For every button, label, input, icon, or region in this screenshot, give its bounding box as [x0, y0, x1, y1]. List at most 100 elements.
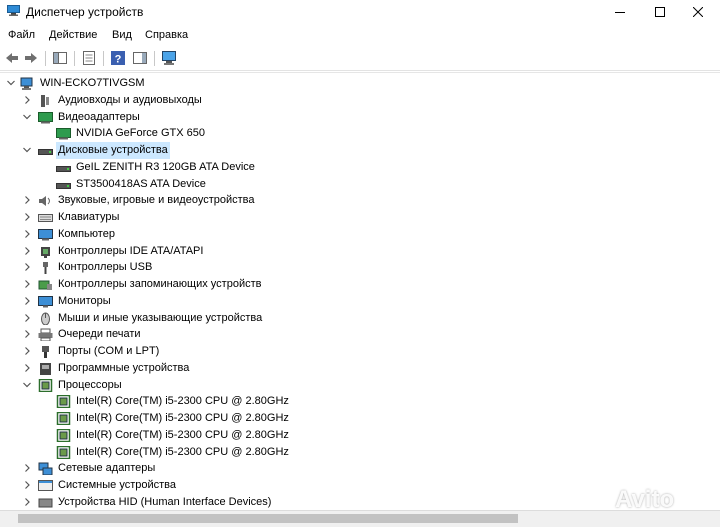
tree-category[interactable]: Звуковые, игровые и видеоустройства — [0, 192, 720, 209]
tree-category[interactable]: Дисковые устройства — [0, 142, 720, 159]
tree-item-label: Intel(R) Core(TM) i5-2300 CPU @ 2.80GHz — [76, 428, 289, 441]
scrollbar-thumb[interactable] — [18, 514, 518, 523]
menu-bar: Файл Действие Вид Справка — [0, 25, 720, 45]
monitor-icon — [38, 295, 53, 308]
mouse-icon — [41, 312, 50, 325]
tree-item-label: Аудиовходы и аудиовыходы — [58, 93, 202, 106]
chevron-right-icon[interactable] — [22, 276, 32, 293]
tree-device[interactable]: GeIL ZENITH R3 120GB ATA Device — [0, 159, 720, 176]
tree-category[interactable]: Видеоадаптеры — [0, 109, 720, 126]
audio-icon — [41, 94, 49, 107]
device-manager-icon — [7, 5, 20, 16]
tree-category[interactable]: Системные устройства — [0, 477, 720, 494]
show-hide-console-tree-icon[interactable] — [52, 50, 68, 66]
tree-category[interactable]: Контроллеры запоминающих устройств — [0, 276, 720, 293]
tree-category[interactable]: Очереди печати — [0, 326, 720, 343]
chevron-right-icon[interactable] — [22, 326, 32, 343]
tree-category[interactable]: Аудиовходы и аудиовыходы — [0, 92, 720, 109]
menu-action[interactable]: Действие — [49, 29, 97, 41]
tree-item-label: Звуковые, игровые и видеоустройства — [58, 194, 255, 207]
tree-device[interactable]: Intel(R) Core(TM) i5-2300 CPU @ 2.80GHz — [0, 444, 720, 461]
chevron-down-icon[interactable] — [22, 142, 32, 159]
cpu-icon — [56, 445, 71, 459]
toolbar-separator — [154, 51, 155, 66]
disk-icon — [56, 182, 71, 189]
tree-device[interactable]: NVIDIA GeForce GTX 650 — [0, 125, 720, 142]
chevron-down-icon[interactable] — [22, 377, 32, 394]
close-button[interactable] — [675, 0, 720, 24]
menu-view[interactable]: Вид — [112, 29, 132, 41]
tree-category[interactable]: Программные устройства — [0, 360, 720, 377]
chevron-right-icon[interactable] — [22, 243, 32, 260]
minimize-icon — [614, 12, 625, 13]
tree-item-label: Контроллеры IDE ATA/ATAPI — [58, 244, 204, 257]
cpu-icon — [56, 428, 71, 442]
tree-category[interactable]: Контроллеры USB — [0, 259, 720, 276]
tree-category[interactable]: Клавиатуры — [0, 209, 720, 226]
toolbar-separator — [74, 51, 75, 66]
tree-item-label: Клавиатуры — [58, 211, 120, 223]
help-icon[interactable]: ? — [110, 50, 126, 66]
display-adapter-icon — [38, 111, 53, 123]
menu-file[interactable]: Файл — [8, 29, 35, 41]
tree-item-label: Очереди печати — [58, 328, 141, 341]
title-bar: Диспетчер устройств — [0, 0, 720, 24]
tree-device[interactable]: ST3500418AS ATA Device — [0, 176, 720, 193]
software-device-icon — [40, 362, 51, 375]
chevron-right-icon[interactable] — [22, 192, 32, 209]
chevron-right-icon[interactable] — [22, 92, 32, 109]
minimize-button[interactable] — [597, 0, 642, 24]
tree-category[interactable]: Устройства HID (Human Interface Devices) — [0, 494, 720, 511]
chevron-down-icon[interactable] — [22, 109, 32, 126]
system-icon — [38, 480, 53, 491]
forward-arrow-icon[interactable] — [23, 50, 39, 66]
keyboard-icon — [38, 214, 53, 222]
chevron-right-icon[interactable] — [22, 310, 32, 327]
back-arrow-icon[interactable] — [4, 50, 20, 66]
chevron-right-icon[interactable] — [22, 293, 32, 310]
tree-item-label: Контроллеры запоминающих устройств — [58, 278, 262, 290]
chevron-right-icon[interactable] — [22, 477, 32, 494]
tree-item-label: Программные устройства — [58, 361, 190, 374]
chevron-right-icon[interactable] — [22, 360, 32, 377]
tree-device[interactable]: Intel(R) Core(TM) i5-2300 CPU @ 2.80GHz — [0, 410, 720, 427]
tree-category[interactable]: Процессоры — [0, 377, 720, 394]
tree-item-label: Устройства HID (Human Interface Devices) — [58, 495, 272, 508]
chevron-down-icon[interactable] — [6, 75, 16, 92]
tree-category[interactable]: Порты (COM и LPT) — [0, 343, 720, 360]
chevron-right-icon[interactable] — [22, 343, 32, 360]
tree-category[interactable]: Сетевые адаптеры — [0, 460, 720, 477]
tree-device[interactable]: Intel(R) Core(TM) i5-2300 CPU @ 2.80GHz — [0, 393, 720, 410]
properties-icon[interactable] — [81, 50, 97, 66]
tree-item-label: WIN-ECKO7TIVGSM — [40, 77, 145, 89]
tree-item-label: Процессоры — [58, 378, 122, 391]
tree-category[interactable]: Мыши и иные указывающие устройства — [0, 310, 720, 327]
scan-hardware-icon[interactable] — [161, 50, 177, 66]
cpu-icon — [38, 378, 53, 392]
toolbar-separator — [103, 51, 104, 66]
tree-item-label: Мониторы — [58, 294, 111, 307]
tree-device[interactable]: Intel(R) Core(TM) i5-2300 CPU @ 2.80GHz — [0, 427, 720, 444]
tree-item-label: Контроллеры USB — [58, 261, 153, 274]
tree-item-label: NVIDIA GeForce GTX 650 — [76, 127, 205, 140]
tree-category[interactable]: Мониторы — [0, 293, 720, 310]
tree-category[interactable]: Контроллеры IDE ATA/ATAPI — [0, 243, 720, 260]
chevron-right-icon[interactable] — [22, 460, 32, 477]
cpu-icon — [56, 395, 71, 409]
chevron-right-icon[interactable] — [22, 494, 32, 511]
tree-item-label: ST3500418AS ATA Device — [76, 177, 206, 190]
tree-item-label: Компьютер — [58, 227, 115, 240]
tree-item-label: Intel(R) Core(TM) i5-2300 CPU @ 2.80GHz — [76, 395, 289, 408]
chevron-right-icon[interactable] — [22, 259, 32, 276]
chevron-right-icon[interactable] — [22, 226, 32, 243]
horizontal-scrollbar[interactable] — [0, 510, 720, 527]
action-pane-icon[interactable] — [132, 50, 148, 66]
tree-item-label: Intel(R) Core(TM) i5-2300 CPU @ 2.80GHz — [76, 445, 289, 458]
toolbar-separator — [45, 51, 46, 66]
device-tree[interactable]: WIN-ECKO7TIVGSM Аудиовходы и аудиовыходы В… — [0, 72, 720, 511]
tree-category[interactable]: Компьютер — [0, 226, 720, 243]
tree-root[interactable]: WIN-ECKO7TIVGSM — [0, 75, 720, 92]
menu-help[interactable]: Справка — [145, 29, 188, 41]
computer-icon — [38, 228, 53, 241]
chevron-right-icon[interactable] — [22, 209, 32, 226]
